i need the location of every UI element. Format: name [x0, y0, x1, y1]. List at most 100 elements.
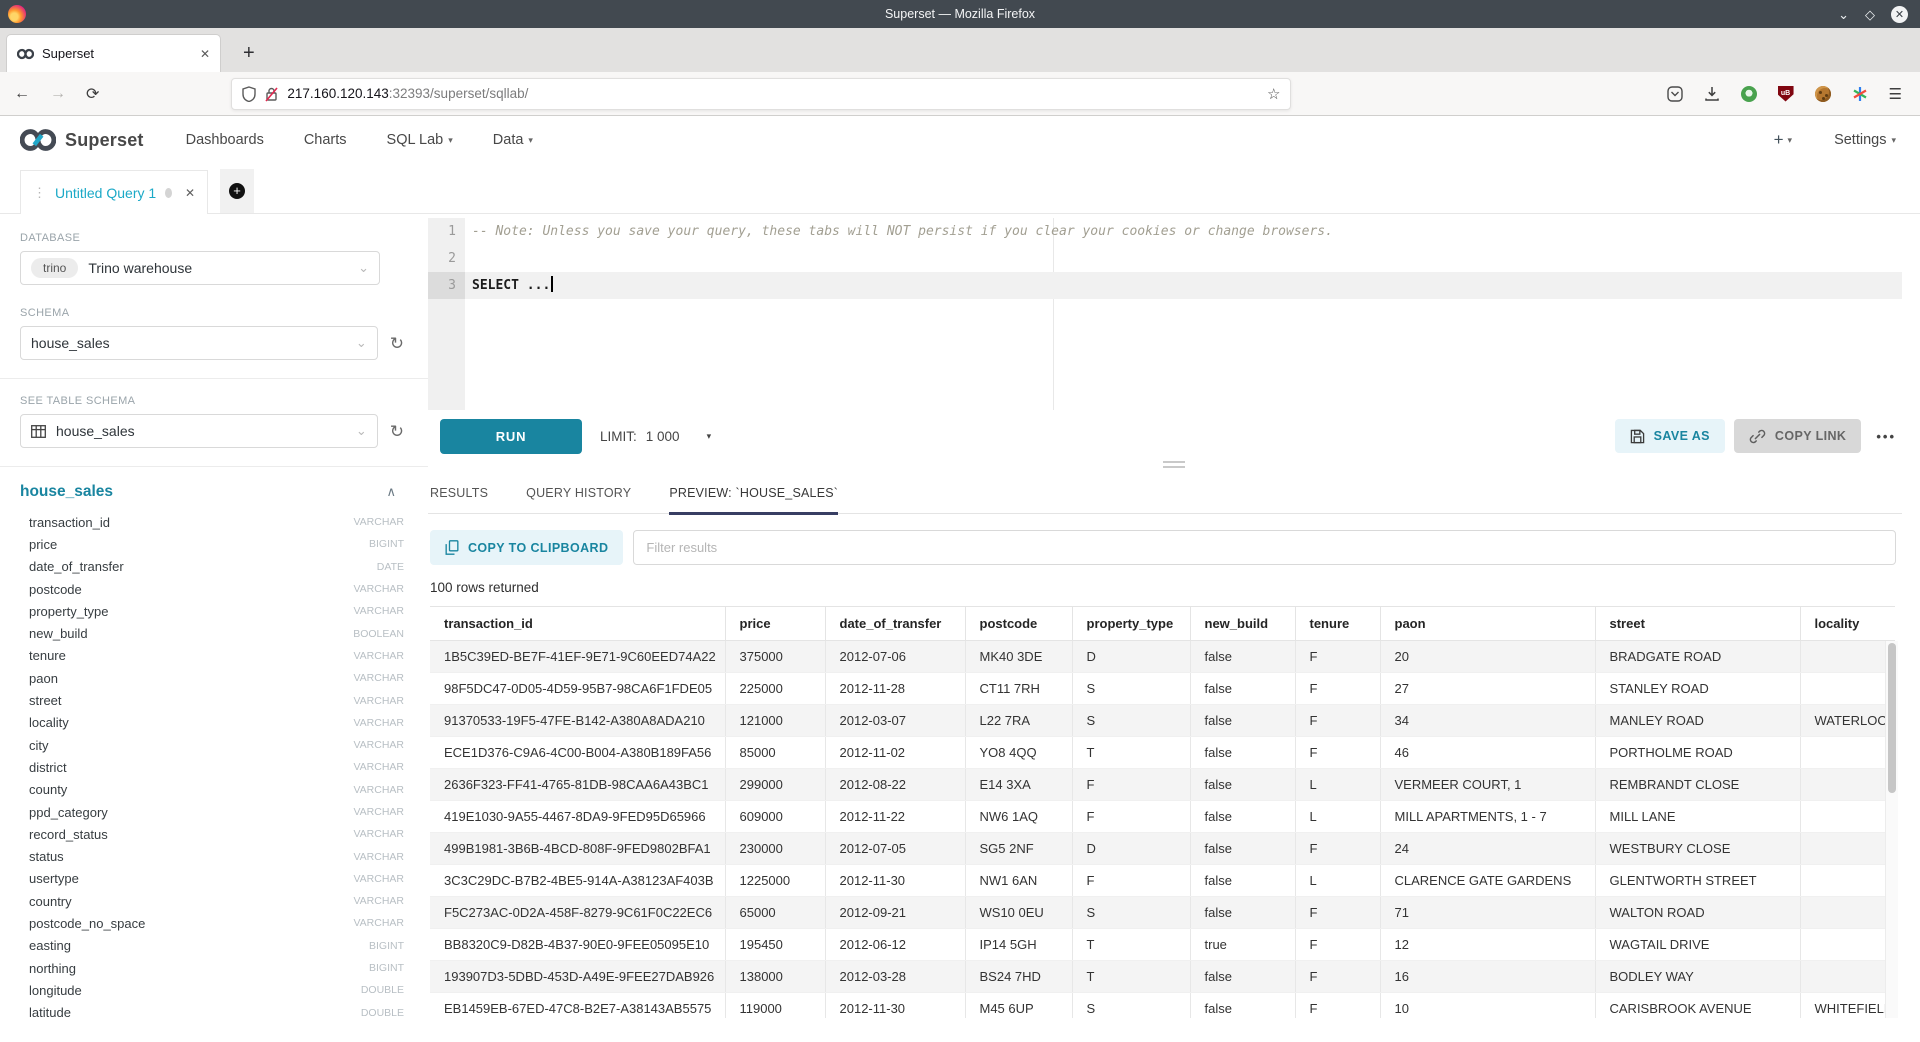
superset-logo[interactable]: Superset [20, 127, 144, 153]
table-cell: true [1190, 929, 1295, 961]
table-cell: L [1295, 769, 1380, 801]
results-tab-query-history[interactable]: QUERY HISTORY [526, 486, 631, 513]
table-cell: BB8320C9-D82B-4B37-90E0-9FEE05095E10 [430, 929, 725, 961]
sql-editor[interactable]: 123 -- Note: Unless you save your query,… [428, 218, 1902, 410]
forward-button[interactable]: → [50, 85, 66, 103]
column-row: districtVARCHAR [20, 756, 404, 778]
pane-resize-handle[interactable] [1163, 461, 1185, 471]
results-tab-preview[interactable]: PREVIEW: `HOUSE_SALES` [669, 486, 838, 513]
column-type: VARCHAR [353, 516, 404, 528]
tracking-shield-icon[interactable] [242, 86, 256, 102]
results-header-cell[interactable]: postcode [965, 607, 1072, 641]
nav-item-dashboards[interactable]: Dashboards [186, 132, 264, 148]
browser-tab[interactable]: Superset ✕ [6, 34, 221, 72]
editor-code-area[interactable]: -- Note: Unless you save your query, the… [465, 218, 1902, 410]
table-select[interactable]: house_sales ⌄ [20, 414, 378, 448]
table-cell: 1225000 [725, 865, 825, 897]
results-header-cell[interactable]: price [725, 607, 825, 641]
column-name: easting [29, 938, 369, 953]
table-cell: MILL LANE [1595, 801, 1800, 833]
table-cell: 119000 [725, 993, 825, 1019]
add-query-tab-button[interactable]: + [220, 169, 254, 213]
table-scrollbar-thumb[interactable] [1888, 643, 1896, 793]
results-header-cell[interactable]: property_type [1072, 607, 1190, 641]
menu-icon[interactable]: ☰ [1889, 85, 1902, 103]
results-table: transaction_idpricedate_of_transferpostc… [430, 606, 1895, 1018]
results-header-cell[interactable]: tenure [1295, 607, 1380, 641]
table-cell [1800, 769, 1895, 801]
drag-grip-icon[interactable]: ⋮ [33, 185, 46, 201]
colorful-asterisk-icon[interactable] [1852, 86, 1868, 102]
new-tab-button[interactable]: + [235, 34, 263, 72]
table-cell: 2012-11-30 [825, 993, 965, 1019]
save-as-button[interactable]: SAVE AS [1615, 419, 1725, 453]
column-name: county [29, 782, 353, 797]
table-cell: S [1072, 673, 1190, 705]
results-header-cell[interactable]: date_of_transfer [825, 607, 965, 641]
nav-item-sql-lab[interactable]: SQL Lab▾ [387, 132, 453, 148]
copy-link-button[interactable]: COPY LINK [1734, 419, 1861, 453]
table-cell: T [1072, 737, 1190, 769]
nav-item-data[interactable]: Data▾ [493, 132, 533, 148]
window-close-button[interactable]: ✕ [1891, 6, 1908, 23]
table-cell [1800, 673, 1895, 705]
results-header-cell[interactable]: street [1595, 607, 1800, 641]
extension-green-icon[interactable] [1741, 86, 1757, 102]
pocket-icon[interactable] [1667, 86, 1683, 102]
table-cell: false [1190, 833, 1295, 865]
url-bar[interactable]: 217.160.120.143:32393/superset/sqllab/ ☆ [231, 78, 1291, 110]
column-type: VARCHAR [353, 917, 404, 929]
browser-tab-close-icon[interactable]: ✕ [200, 47, 210, 61]
bookmark-star-icon[interactable]: ☆ [1267, 85, 1280, 103]
results-tab-results[interactable]: RESULTS [430, 486, 488, 513]
column-name: tenure [29, 648, 353, 663]
more-actions-button[interactable]: ••• [1870, 429, 1902, 444]
settings-menu[interactable]: Settings▾ [1834, 132, 1896, 148]
editor-line: SELECT ... [465, 272, 1902, 299]
table-cell: F [1295, 673, 1380, 705]
table-cell: M45 6UP [965, 993, 1072, 1019]
results-header-cell[interactable]: new_build [1190, 607, 1295, 641]
table-cell: F [1072, 865, 1190, 897]
table-cell: L [1295, 801, 1380, 833]
column-name: transaction_id [29, 515, 353, 530]
column-type: VARCHAR [353, 828, 404, 840]
table-cell: 2012-03-28 [825, 961, 965, 993]
results-table-container: transaction_idpricedate_of_transferpostc… [430, 606, 1898, 1018]
database-label: DATABASE [20, 232, 404, 244]
table-cell: 2012-03-07 [825, 705, 965, 737]
table-row: 419E1030-9A55-4467-8DA9-9FED95D659666090… [430, 801, 1895, 833]
table-cell: EB1459EB-67ED-47C8-B2E7-A38143AB5575 [430, 993, 725, 1019]
window-maximize-button[interactable]: ◇ [1865, 8, 1875, 21]
add-new-button[interactable]: +▾ [1774, 130, 1792, 150]
results-header-cell[interactable]: paon [1380, 607, 1595, 641]
ublock-shield-icon[interactable]: uB [1778, 86, 1794, 102]
schema-select[interactable]: house_sales ⌄ [20, 326, 378, 360]
run-button[interactable]: RUN [440, 419, 582, 454]
results-header-cell[interactable]: locality [1800, 607, 1895, 641]
column-type: VARCHAR [353, 784, 404, 796]
column-row: localityVARCHAR [20, 712, 404, 734]
table-cell: 138000 [725, 961, 825, 993]
query-tab-close-icon[interactable]: ✕ [185, 186, 195, 200]
table-row: 193907D3-5DBD-453D-A49E-9FEE27DAB9261380… [430, 961, 1895, 993]
reload-button[interactable]: ⟳ [86, 84, 99, 104]
filter-results-input[interactable] [633, 530, 1896, 565]
refresh-schema-icon[interactable]: ↻ [390, 335, 404, 352]
refresh-table-icon[interactable]: ↻ [390, 423, 404, 440]
nav-item-charts[interactable]: Charts [304, 132, 347, 148]
link-icon [1749, 428, 1766, 445]
lock-insecure-icon[interactable] [265, 86, 278, 102]
column-type: VARCHAR [353, 583, 404, 595]
results-header-cell[interactable]: transaction_id [430, 607, 725, 641]
collapse-chevron-icon[interactable]: ∧ [386, 484, 396, 500]
window-minimize-button[interactable]: ⌄ [1838, 8, 1849, 21]
copy-to-clipboard-button[interactable]: COPY TO CLIPBOARD [430, 530, 623, 565]
download-icon[interactable] [1704, 86, 1720, 102]
table-cell: STANLEY ROAD [1595, 673, 1800, 705]
database-select[interactable]: trino Trino warehouse ⌄ [20, 251, 380, 285]
back-button[interactable]: ← [14, 85, 30, 103]
query-tab[interactable]: ⋮ Untitled Query 1 ✕ [20, 170, 208, 214]
limit-dropdown[interactable]: LIMIT: 1 000 ▾ [600, 429, 711, 444]
cookie-icon[interactable] [1815, 86, 1831, 102]
